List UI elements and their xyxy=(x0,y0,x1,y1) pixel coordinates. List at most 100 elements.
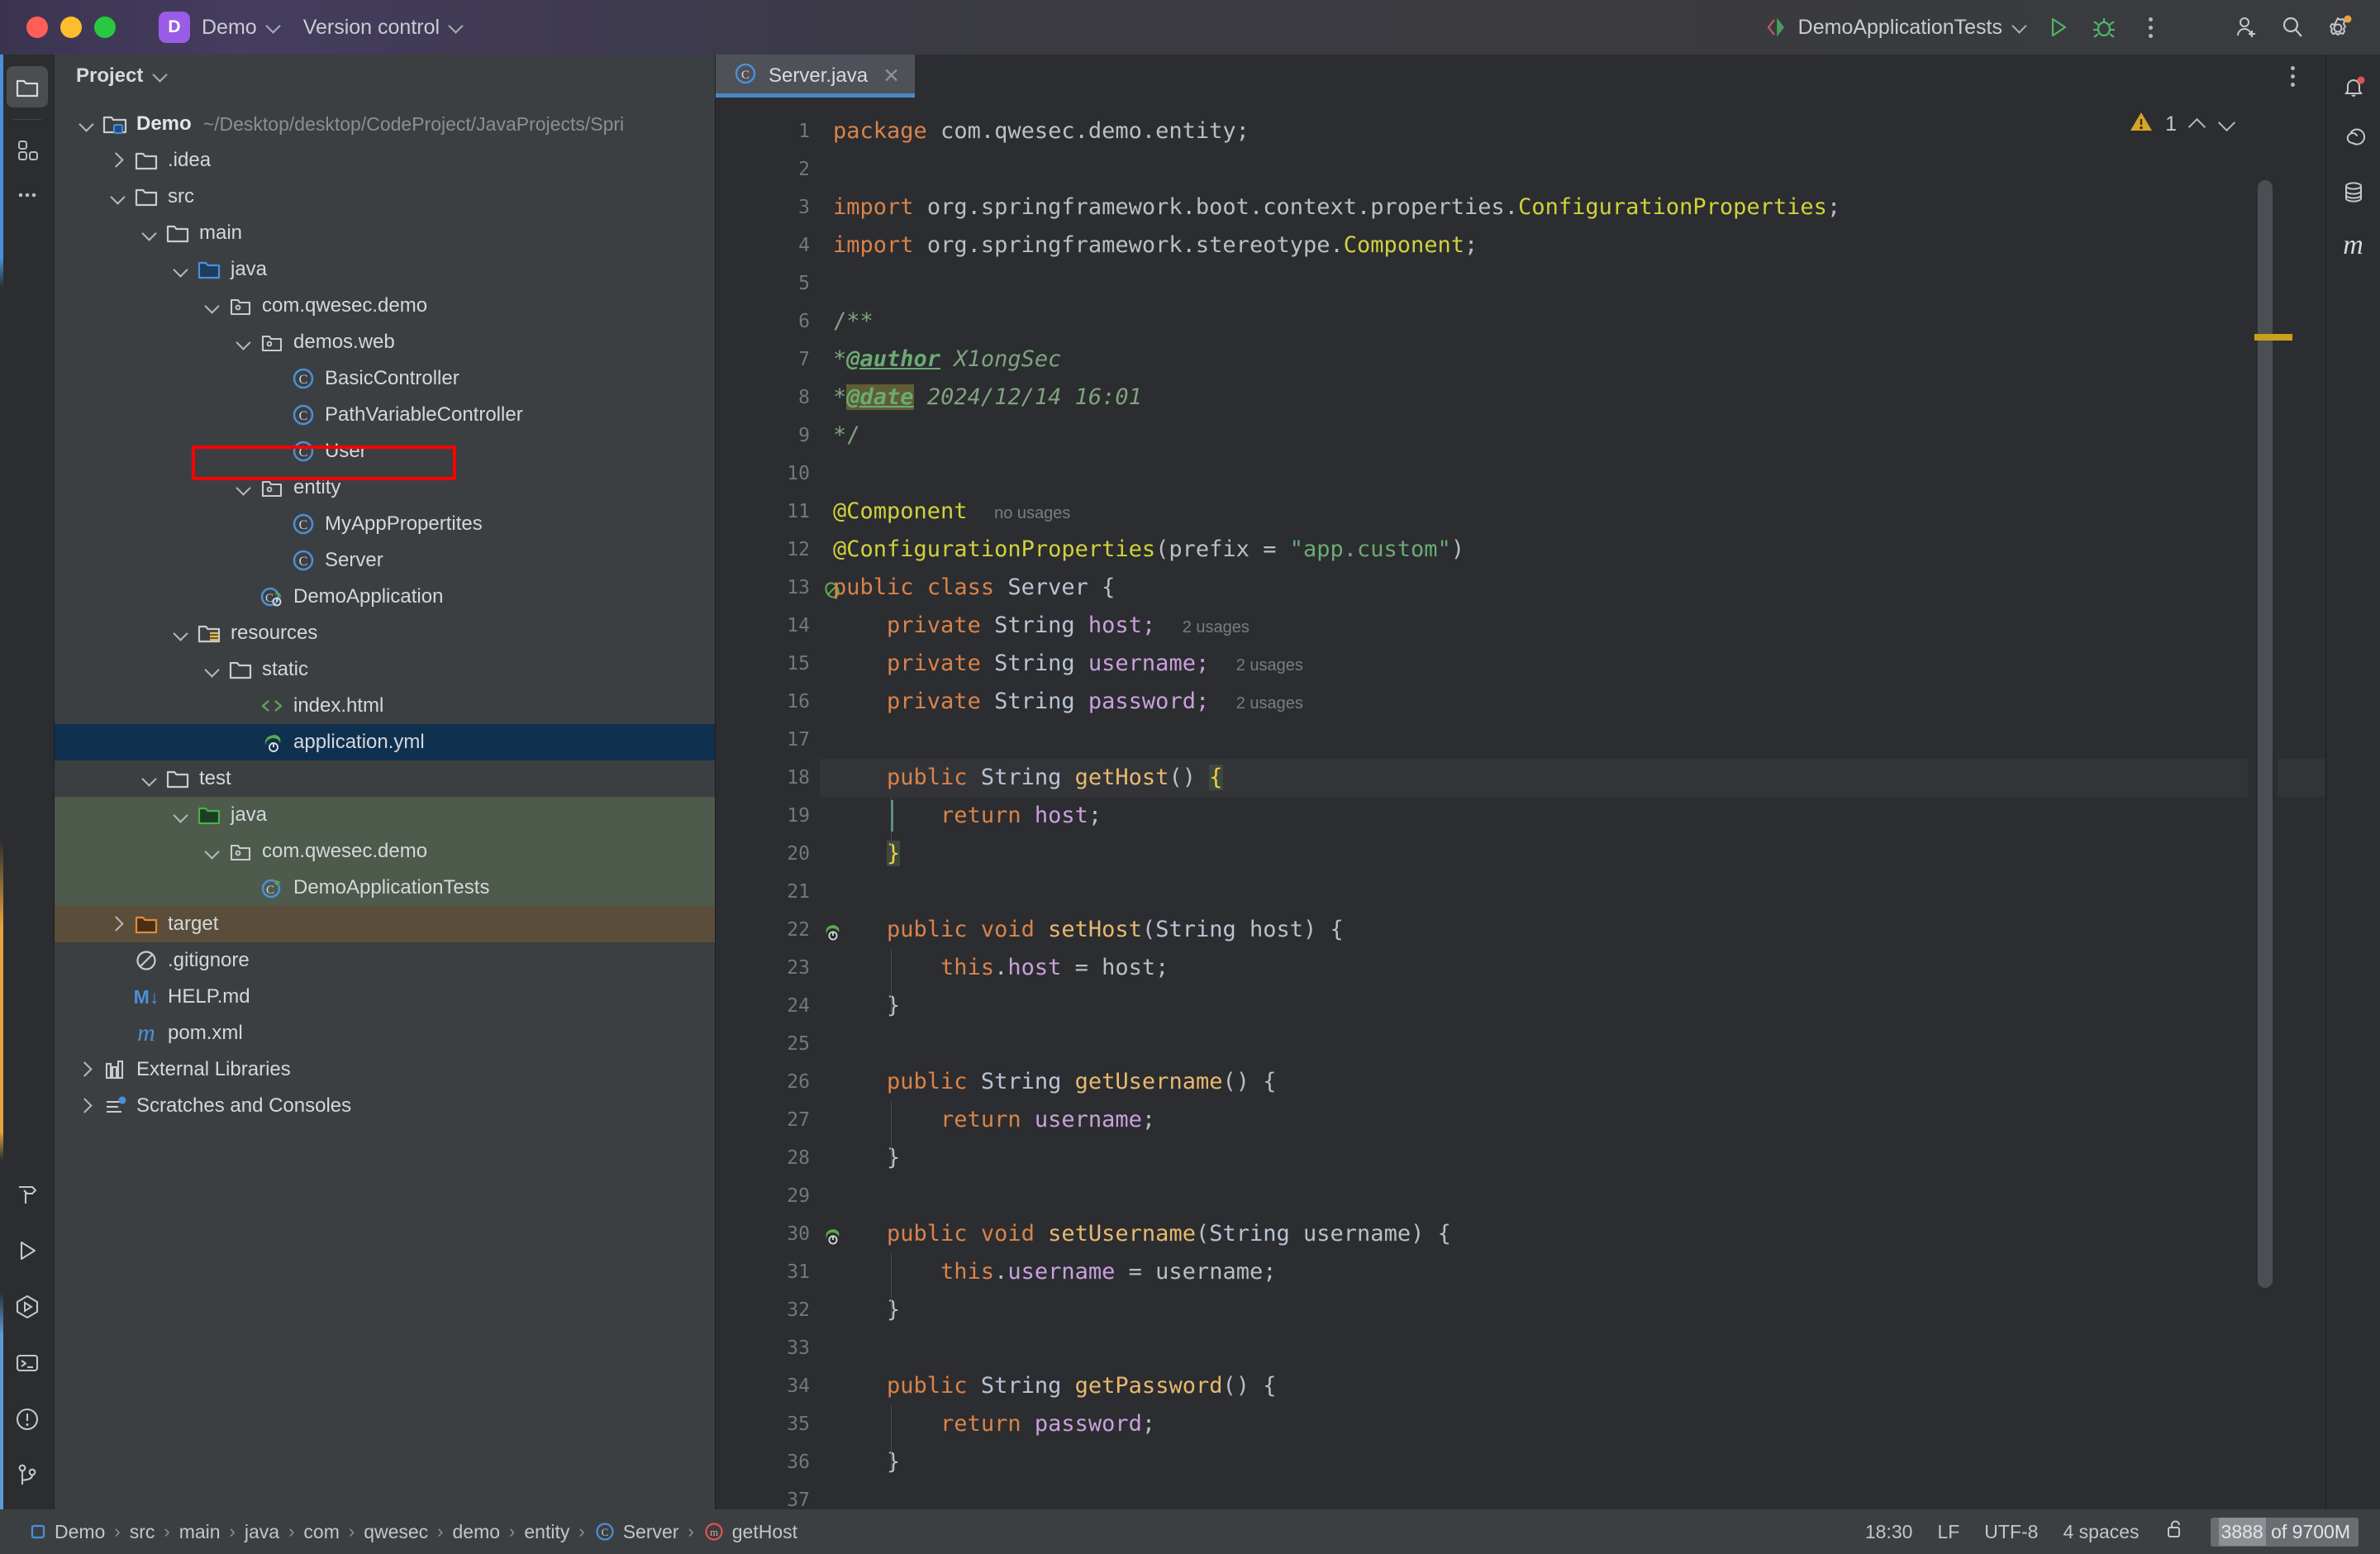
line-number[interactable]: 5 xyxy=(716,265,820,303)
line-number[interactable]: 35 xyxy=(716,1405,820,1443)
sidebar-item-more-tool-windows[interactable] xyxy=(7,174,48,216)
search-icon[interactable] xyxy=(2269,4,2316,50)
line-number[interactable]: 19 xyxy=(716,797,820,835)
code-line[interactable]: package com.qwesec.demo.entity; xyxy=(820,112,2325,150)
tree-node--idea[interactable]: .idea xyxy=(55,142,715,179)
code-editor[interactable]: 1 2 3 4 5 6 7 8 9 10 11 12 13 14 15 16 17 18 19 20 21 22 23 24 2… xyxy=(716,98,2325,1509)
code-line[interactable]: public String getHost() { xyxy=(820,759,2325,797)
breadcrumb[interactable]: Demo › src › main › java › com › qwesec › demo › entit… xyxy=(21,1521,805,1543)
line-number[interactable]: 36 xyxy=(716,1443,820,1481)
code-line[interactable]: this.username = username; xyxy=(820,1253,2325,1291)
breadcrumb-item-qwesec[interactable]: qwesec xyxy=(356,1521,436,1543)
ai-assistant-icon[interactable] xyxy=(2333,119,2374,160)
line-number[interactable]: 24 xyxy=(716,987,820,1025)
settings-icon[interactable] xyxy=(2316,4,2362,50)
code-line[interactable] xyxy=(820,150,2325,188)
debug-button[interactable] xyxy=(2081,4,2127,50)
breadcrumb-item-com[interactable]: com xyxy=(296,1521,346,1543)
line-number[interactable]: 26 xyxy=(716,1063,820,1101)
chevron-right-icon[interactable] xyxy=(107,913,131,936)
code-line[interactable] xyxy=(820,455,2325,493)
chevron-down-icon[interactable] xyxy=(76,112,99,136)
tree-node-basiccontroller[interactable]: C BasicController xyxy=(55,360,715,397)
line-number[interactable]: 30 xyxy=(716,1215,840,1253)
code-line[interactable]: /** xyxy=(820,303,2325,341)
project-selector[interactable]: Demo xyxy=(190,0,292,55)
code-line[interactable]: } xyxy=(820,987,2325,1025)
line-number[interactable]: 20 xyxy=(716,835,820,873)
chevron-down-icon[interactable] xyxy=(233,476,256,499)
scrollbar-thumb[interactable] xyxy=(2258,180,2273,1288)
code-line[interactable]: } xyxy=(820,1443,2325,1481)
window-controls[interactable] xyxy=(0,17,116,38)
tree-node-demoapplication[interactable]: C DemoApplication xyxy=(55,579,715,615)
tree-node-application-yml[interactable]: application.yml xyxy=(55,724,715,760)
line-number[interactable]: 29 xyxy=(716,1177,820,1215)
line-number[interactable]: 10 xyxy=(716,455,820,493)
tree-node-static[interactable]: static xyxy=(55,651,715,688)
line-number[interactable]: 3 xyxy=(716,188,820,226)
chevron-down-icon[interactable] xyxy=(170,803,193,827)
code-line[interactable] xyxy=(820,721,2325,759)
breadcrumb-item-demo[interactable]: demo xyxy=(445,1521,508,1543)
chevron-down-icon[interactable] xyxy=(170,622,193,645)
project-panel-header[interactable]: Project xyxy=(55,55,715,98)
code-line[interactable]: public void setHost(String host) { xyxy=(820,911,2325,949)
run-button[interactable] xyxy=(2035,4,2081,50)
tree-node-com-qwesec-demo[interactable]: com.qwesec.demo xyxy=(55,833,715,870)
code-line[interactable]: public void setUsername(String username)… xyxy=(820,1215,2325,1253)
line-number[interactable]: 13 xyxy=(716,569,840,607)
chevron-down-icon[interactable] xyxy=(202,658,225,681)
tree-node-demo[interactable]: Demo ~/Desktop/desktop/CodeProject/JavaPr… xyxy=(55,106,715,142)
line-number[interactable]: 33 xyxy=(716,1329,820,1367)
tree-node-server[interactable]: C Server xyxy=(55,542,715,579)
tree-node-java[interactable]: java xyxy=(55,797,715,833)
project-tree[interactable]: Demo ~/Desktop/desktop/CodeProject/JavaPr… xyxy=(55,98,715,1509)
line-number[interactable]: 18 xyxy=(716,759,820,797)
next-highlight-icon[interactable] xyxy=(2218,116,2236,134)
chevron-right-icon[interactable] xyxy=(107,149,131,172)
chevron-down-icon[interactable] xyxy=(170,258,193,281)
line-number[interactable]: 16 xyxy=(716,683,820,721)
code-line[interactable]: this.host = host; xyxy=(820,949,2325,987)
tree-node-help-md[interactable]: M↓ HELP.md xyxy=(55,979,715,1015)
breadcrumb-item-main[interactable]: main xyxy=(172,1521,228,1543)
tree-node-entity[interactable]: entity xyxy=(55,470,715,506)
tree-node-index-html[interactable]: index.html xyxy=(55,688,715,724)
line-number[interactable]: 31 xyxy=(716,1253,820,1291)
line-number[interactable]: 25 xyxy=(716,1025,820,1063)
version-control-menu[interactable]: Version control xyxy=(292,0,474,55)
tree-node-myapppropertites[interactable]: C MyAppPropertites xyxy=(55,506,715,542)
run-configuration-selector[interactable]: DemoApplicationTests xyxy=(1756,16,2035,40)
line-number-gutter[interactable]: 1 2 3 4 5 6 7 8 9 10 11 12 13 14 15 16 17 18 19 20 21 22 23 24 2… xyxy=(716,98,840,1509)
tree-node-test[interactable]: test xyxy=(55,760,715,797)
chevron-down-icon[interactable] xyxy=(233,331,256,354)
tree-node-com-qwesec-demo[interactable]: com.qwesec.demo xyxy=(55,288,715,324)
breadcrumb-item-java[interactable]: java xyxy=(237,1521,287,1543)
code-line[interactable]: return host; xyxy=(820,797,2325,835)
maximize-window-button[interactable] xyxy=(94,17,116,38)
line-number[interactable]: 28 xyxy=(716,1139,820,1177)
code-line[interactable] xyxy=(820,1025,2325,1063)
code-line[interactable] xyxy=(820,1177,2325,1215)
previous-highlight-icon[interactable] xyxy=(2188,116,2206,134)
tree-node--gitignore[interactable]: .gitignore xyxy=(55,942,715,979)
line-number[interactable]: 8 xyxy=(716,379,820,417)
chevron-down-icon[interactable] xyxy=(139,767,162,790)
line-number[interactable]: 34 xyxy=(716,1367,820,1405)
tree-node-resources[interactable]: resources xyxy=(55,615,715,651)
close-window-button[interactable] xyxy=(26,17,48,38)
chevron-right-icon[interactable] xyxy=(76,1094,99,1118)
line-number[interactable]: 2 xyxy=(716,150,820,188)
tree-node-demoapplicationtests[interactable]: C DemoApplicationTests xyxy=(55,870,715,906)
code-line[interactable]: public String getPassword() { xyxy=(820,1367,2325,1405)
memory-indicator[interactable]: 3888 of 9700M xyxy=(2210,1517,2359,1547)
code-line[interactable]: } xyxy=(820,1291,2325,1329)
notifications-icon[interactable] xyxy=(2333,66,2374,107)
tree-node-pom-xml[interactable]: m pom.xml xyxy=(55,1015,715,1051)
line-number[interactable]: 14 xyxy=(716,607,820,645)
chevron-down-icon[interactable] xyxy=(202,294,225,317)
code-line[interactable]: private String username; 2 usages xyxy=(820,645,2325,683)
line-separator-widget[interactable]: LF xyxy=(1937,1521,1959,1543)
tree-node-src[interactable]: src xyxy=(55,179,715,215)
